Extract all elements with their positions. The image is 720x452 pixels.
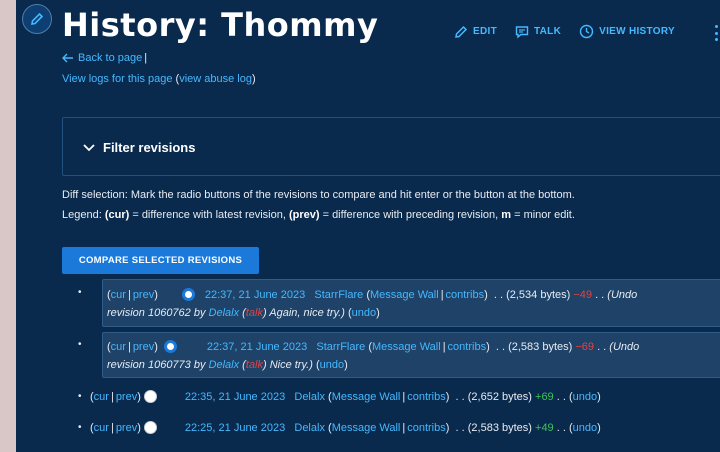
- filter-revisions-toggle[interactable]: Filter revisions: [83, 140, 195, 155]
- undo-link[interactable]: undo: [573, 391, 597, 403]
- compare-selected-revisions-button[interactable]: COMPARE SELECTED REVISIONS: [62, 247, 259, 274]
- speech-bubble-icon: [515, 25, 529, 38]
- clock-icon: [579, 24, 594, 39]
- contribs-link[interactable]: contribs: [448, 341, 487, 353]
- talk-action-label: TALK: [533, 26, 562, 37]
- arrow-left-icon: [62, 53, 73, 63]
- prev-link[interactable]: prev: [116, 422, 137, 434]
- message-wall-link[interactable]: Message Wall: [332, 391, 401, 403]
- summary-talk-link[interactable]: talk: [246, 359, 263, 371]
- cur-link[interactable]: cur: [111, 341, 126, 353]
- message-wall-link[interactable]: Message Wall: [332, 422, 401, 434]
- user-link[interactable]: StarrFlare: [314, 289, 363, 301]
- contribs-link[interactable]: contribs: [407, 422, 446, 434]
- revision-highlight: (cur | prev) 22:37, 21 June 2023 StarrFlar…: [102, 279, 720, 327]
- chevron-down-icon: [83, 143, 95, 151]
- more-options-icon[interactable]: [713, 25, 719, 41]
- summary-user-link[interactable]: Delalx: [209, 307, 240, 319]
- edit-summary-start: (Undo: [609, 340, 640, 353]
- size-diff: +49: [535, 421, 554, 434]
- contribs-link[interactable]: contribs: [407, 391, 446, 403]
- edit-summary-end: ) Again, nice try.): [262, 307, 345, 319]
- legend-help: Legend: (cur) = difference with latest r…: [62, 209, 575, 221]
- prev-link[interactable]: prev: [116, 391, 137, 403]
- back-to-page: Back to page |: [62, 52, 147, 64]
- edit-action-label: EDIT: [473, 26, 497, 37]
- revision-size: (2,583 bytes): [508, 340, 573, 353]
- summary-user-link[interactable]: Delalx: [209, 359, 240, 371]
- revision-size: (2,652 bytes): [467, 390, 532, 403]
- back-to-page-link[interactable]: Back to page: [78, 52, 142, 64]
- edit-summary-text: revision 1060773 by: [107, 359, 206, 371]
- edit-action[interactable]: EDIT: [454, 25, 497, 39]
- edit-fab-button[interactable]: [22, 4, 52, 34]
- prev-link[interactable]: prev: [133, 341, 154, 353]
- user-link[interactable]: Delalx: [294, 422, 325, 434]
- cur-link[interactable]: cur: [94, 422, 109, 434]
- diff-selection-help: Diff selection: Mark the radio buttons o…: [62, 189, 575, 201]
- revision-date-link[interactable]: 22:35, 21 June 2023: [185, 391, 285, 403]
- view-logs-link[interactable]: View logs for this page: [62, 73, 172, 85]
- revision-row: • (cur | prev) 22:37, 21 June 2023 StarrFl…: [16, 332, 720, 378]
- view-history-action-label: VIEW HISTORY: [599, 26, 675, 37]
- page-actions: EDIT TALK VIEW HISTORY: [454, 24, 693, 39]
- size-diff: −69: [575, 340, 595, 353]
- revision-size: (2,583 bytes): [467, 421, 532, 434]
- cur-link[interactable]: cur: [94, 391, 109, 403]
- size-diff: +69: [535, 390, 554, 403]
- filter-revisions-panel[interactable]: Filter revisions: [62, 117, 720, 176]
- edit-summary-text: revision 1060762 by: [107, 307, 206, 319]
- prev-link[interactable]: prev: [133, 289, 154, 301]
- view-history-action[interactable]: VIEW HISTORY: [579, 24, 675, 39]
- contribs-link[interactable]: contribs: [446, 289, 485, 301]
- left-rail: [0, 0, 16, 452]
- undo-link[interactable]: undo: [352, 307, 376, 319]
- revision-radio[interactable]: [143, 421, 157, 434]
- page-title: History: Thommy: [62, 6, 379, 44]
- main-content: History: Thommy EDIT TALK VIEW HISTORY B…: [16, 0, 720, 452]
- revision-size: (2,534 bytes): [506, 288, 571, 301]
- size-diff: −49: [573, 288, 593, 301]
- revision-date-link[interactable]: 22:25, 21 June 2023: [185, 422, 285, 434]
- revision-radio[interactable]: [163, 340, 177, 353]
- revision-radio[interactable]: [181, 288, 195, 301]
- message-wall-link[interactable]: Message Wall: [372, 341, 441, 353]
- pencil-icon: [455, 25, 468, 38]
- edit-summary-start: (Undo: [607, 288, 638, 301]
- user-link[interactable]: StarrFlare: [316, 341, 365, 353]
- revision-date-link[interactable]: 22:37, 21 June 2023: [207, 341, 307, 353]
- abuse-log-link[interactable]: view abuse log: [179, 73, 252, 85]
- back-separator: |: [144, 52, 148, 64]
- undo-link[interactable]: undo: [320, 359, 344, 371]
- summary-talk-link[interactable]: talk: [246, 307, 263, 319]
- revision-row: • (cur | prev) 22:37, 21 June 2023 StarrFl…: [16, 279, 720, 327]
- edit-summary-end: ) Nice try.): [262, 359, 313, 371]
- pencil-icon: [31, 12, 44, 25]
- cur-link[interactable]: cur: [111, 289, 126, 301]
- revision-date-link[interactable]: 22:37, 21 June 2023: [205, 289, 305, 301]
- logs-line: View logs for this page (view abuse log): [62, 73, 256, 85]
- revision-radio[interactable]: [143, 390, 157, 403]
- undo-link[interactable]: undo: [573, 422, 597, 434]
- revision-row: • (cur | prev) 22:25, 21 June 2023 Delalx …: [78, 421, 601, 434]
- talk-action[interactable]: TALK: [515, 25, 561, 39]
- revision-highlight: (cur | prev) 22:37, 21 June 2023 StarrFlar…: [102, 332, 720, 378]
- message-wall-link[interactable]: Message Wall: [370, 289, 439, 301]
- revision-row: • (cur | prev) 22:35, 21 June 2023 Delalx …: [78, 390, 601, 403]
- filter-revisions-title: Filter revisions: [103, 140, 196, 155]
- user-link[interactable]: Delalx: [294, 391, 325, 403]
